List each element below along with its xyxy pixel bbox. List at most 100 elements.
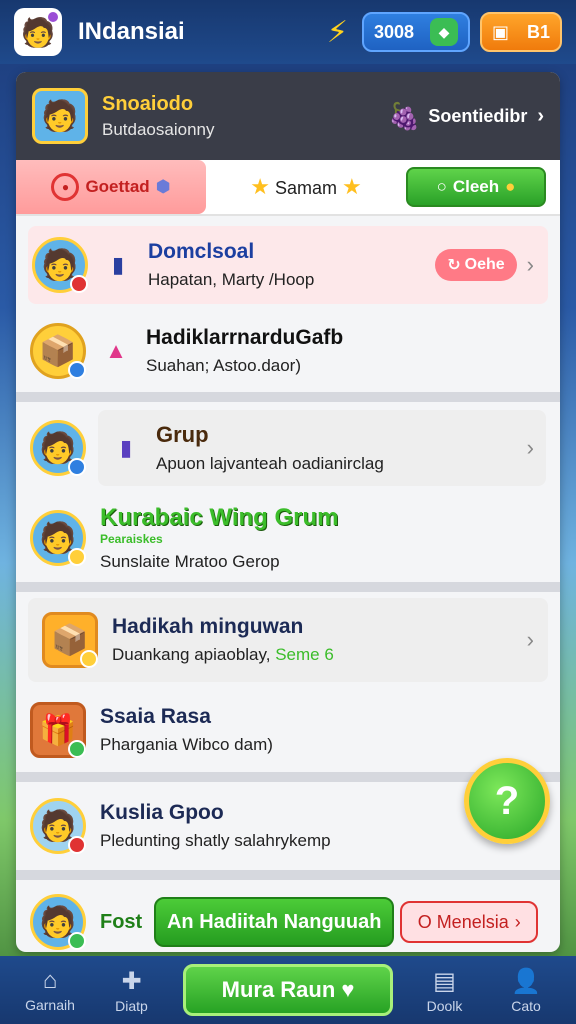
coins-counter[interactable]: 3008 ◆ xyxy=(362,12,470,52)
home-icon: ⌂ xyxy=(42,967,58,994)
chevron-right-icon: › xyxy=(526,435,534,460)
list-item-title: Domclsoal xyxy=(148,240,255,263)
list-item[interactable]: 🧑 ▮ Grup Apuon lajvanteah oadianirclag › xyxy=(16,402,560,494)
coins-value: 3008 xyxy=(374,21,415,42)
list-item[interactable]: 🧑 Fost An Hadiitah Nanguuah O Menelsia › xyxy=(16,880,560,952)
stars-counter[interactable]: ▣ B1 xyxy=(480,12,562,52)
top-bar: 🧑 INdansiai ⚡ 3008 ◆ ▣ B1 xyxy=(0,0,576,64)
avatar: 🎁 xyxy=(30,702,86,758)
coin-icon: ● xyxy=(505,177,516,196)
status-pill[interactable]: ↻ Oehe xyxy=(435,249,517,281)
list-item[interactable]: 📦 ▲ Hadiklarrnardu​Gafb Suahan; Astoo.da… xyxy=(16,310,560,392)
list-item-subtitle: Apuon lajvanteah oadianirclag xyxy=(156,454,384,473)
list-item-title: Hadiklarrnardu​Gafb xyxy=(146,326,344,349)
app-icon[interactable]: 🧑 xyxy=(14,8,62,56)
chest-icon: ▣ xyxy=(492,21,510,42)
heart-icon: ♥ xyxy=(341,977,355,1002)
list-item-subtitle: Duankang apiaoblay, xyxy=(112,645,271,664)
nav-book[interactable]: ▤ Doolk xyxy=(415,967,475,1014)
profile-avatar[interactable]: 🧑 xyxy=(32,88,88,144)
star-icon: ★ xyxy=(342,174,362,199)
profile-name: Snoaiodo xyxy=(102,92,194,115)
bottom-nav: ⌂ Garnaih ✚ Diatp Mura Raun ♥ ▤ Doolk 👤 … xyxy=(0,956,576,1024)
list-item-accent: Seme 6 xyxy=(275,645,334,664)
list-item-tag: Pearaiskes xyxy=(100,532,163,546)
divider xyxy=(16,870,560,880)
profile-header[interactable]: 🧑 Snoaiodo Butdaosaionny 🍇 Soentiedibr › xyxy=(16,72,560,160)
main-cta-button[interactable]: Mura Raun ♥ xyxy=(183,964,393,1016)
help-fab-button[interactable]: ? xyxy=(464,758,550,844)
nav-label: Garnaih xyxy=(25,997,75,1013)
status-badge xyxy=(70,275,88,293)
primary-action-label: An Hadiitah Nanguuah xyxy=(166,910,382,933)
status-badge xyxy=(68,740,86,758)
list-item-title: Ssaia Rasa xyxy=(100,705,211,728)
list-item[interactable]: 🧑 Kurabaic Wing Grum Pearaiskes Sunslait… xyxy=(16,494,560,582)
stars-value: B1 xyxy=(526,21,550,42)
secondary-action-label: O Menelsia xyxy=(417,911,509,932)
nav-profile[interactable]: 👤 Cato xyxy=(496,967,556,1014)
star-icon: ★ xyxy=(250,174,270,199)
list-item-title: Fost xyxy=(100,910,143,933)
list-item-subtitle: Sunslaite Mratoo Gerop xyxy=(100,552,280,571)
question-icon: ? xyxy=(494,778,520,823)
tab-middle[interactable]: ★ Samam ★ xyxy=(206,174,406,200)
gem-icon: ▲ xyxy=(105,338,127,363)
list-item-title: Hadikah minguwan xyxy=(112,615,304,638)
list-item-subtitle: Hapatan, Marty /Hoop xyxy=(148,270,315,289)
book-icon: ▮ xyxy=(119,435,133,460)
tab-action-button[interactable]: ○ Cleeh ● xyxy=(406,167,546,207)
nav-tasks[interactable]: ✚ Diatp xyxy=(102,967,162,1014)
main-cta-label: Mura Raun xyxy=(221,977,336,1002)
notification-dot xyxy=(48,12,58,22)
chevron-right-icon: › xyxy=(537,104,544,127)
grape-icon: 🍇 xyxy=(387,100,421,131)
list-item-subtitle: Phargania Wibco dam) xyxy=(100,735,273,754)
chevron-right-icon: › xyxy=(526,252,534,277)
tab-active-label: Goettad xyxy=(85,177,150,196)
circle-icon: ○ xyxy=(436,177,447,196)
puzzle-icon: ✚ xyxy=(121,967,142,995)
shield-icon: ⬢ xyxy=(155,177,171,196)
gem-icon: ◆ xyxy=(430,18,458,46)
status-badge xyxy=(80,650,98,668)
status-pill-label: Oehe xyxy=(464,256,505,273)
chevron-right-icon: › xyxy=(514,911,521,932)
nav-label: Cato xyxy=(511,997,541,1014)
avatar: 🧑 xyxy=(30,894,86,950)
chevron-right-icon: › xyxy=(526,627,534,652)
avatar: 🧑 xyxy=(30,420,86,476)
list-item[interactable]: 🎁 Ssaia Rasa Phargania Wibco dam) xyxy=(16,688,560,772)
group-card[interactable]: ▮ Grup Apuon lajvanteah oadianirclag › xyxy=(98,410,546,486)
status-badge xyxy=(68,932,86,950)
list-item[interactable]: 🧑 ▮ Domclsoal Hapatan, Marty /Hoop ↻ Oeh… xyxy=(28,226,548,304)
divider xyxy=(16,392,560,402)
avatar: 📦 xyxy=(42,612,98,668)
profile-subtitle: Butdaosaionny xyxy=(102,119,215,139)
nav-home[interactable]: ⌂ Garnaih xyxy=(20,967,80,1013)
profile-right-label: Soentiedibr xyxy=(428,105,528,126)
status-badge xyxy=(68,361,86,379)
tab-bar: ● Goettad ⬢ ★ Samam ★ ○ Cleeh ● xyxy=(16,160,560,216)
avatar: 📦 xyxy=(30,323,86,379)
nav-label: Diatp xyxy=(115,997,148,1014)
status-badge xyxy=(68,458,86,476)
secondary-action-button[interactable]: O Menelsia › xyxy=(400,901,539,943)
lightning-icon[interactable]: ⚡ xyxy=(327,15,348,50)
list-item[interactable]: 📦 Hadikah minguwan Duankang apiaoblay, S… xyxy=(28,598,548,682)
list-item-subtitle: Suahan; Astoo.daor) xyxy=(146,356,302,375)
list-item-title: Kurabaic Wing Grum xyxy=(100,504,339,531)
book-icon: ▤ xyxy=(433,967,456,995)
avatar: 🧑 xyxy=(32,237,88,293)
book-icon: ▮ xyxy=(111,252,125,277)
tab-action-label: Cleeh xyxy=(452,177,500,196)
nav-label: Doolk xyxy=(426,997,463,1014)
primary-action-button[interactable]: An Hadiitah Nanguuah xyxy=(154,897,395,947)
avatar: 🧑 xyxy=(30,510,86,566)
tab-active[interactable]: ● Goettad ⬢ xyxy=(16,160,206,214)
profile-right-link[interactable]: 🍇 Soentiedibr › xyxy=(388,101,544,132)
status-badge xyxy=(68,836,86,854)
person-icon: 👤 xyxy=(511,967,541,995)
refresh-icon: ↻ xyxy=(447,257,461,274)
app-title: INdansiai xyxy=(78,18,185,45)
